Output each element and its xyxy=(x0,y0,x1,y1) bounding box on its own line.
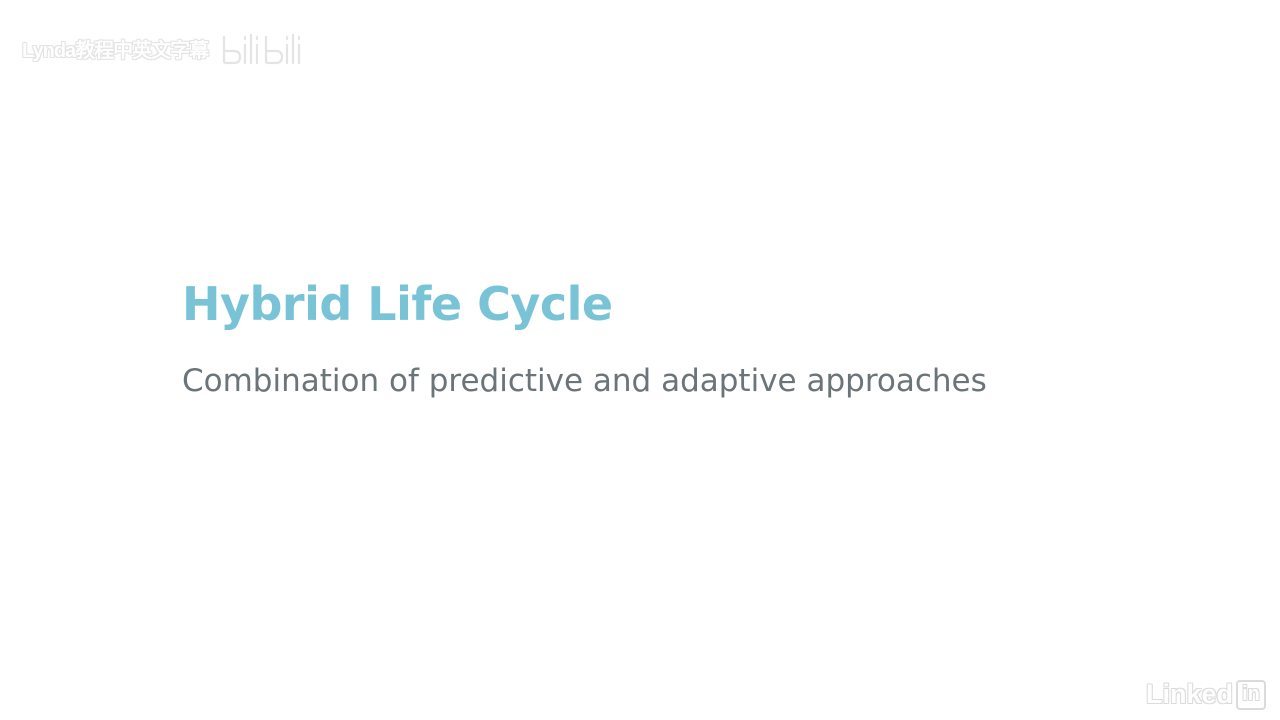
bilibili-logo-icon xyxy=(220,31,312,65)
watermark-text: Lynda教程中英文字幕 xyxy=(22,39,209,62)
linkedin-logo-icon: Linked in xyxy=(1146,679,1266,710)
video-slide: Lynda教程中英文字幕 Hybrid Life Cycle Combinati… xyxy=(0,0,1280,720)
slide-title: Hybrid Life Cycle xyxy=(182,277,613,331)
linkedin-logo-word: Linked xyxy=(1145,679,1233,709)
linkedin-logo-box: in xyxy=(1236,679,1266,710)
slide-subtitle: Combination of predictive and adaptive a… xyxy=(182,363,987,399)
watermark: Lynda教程中英文字幕 xyxy=(22,28,312,68)
